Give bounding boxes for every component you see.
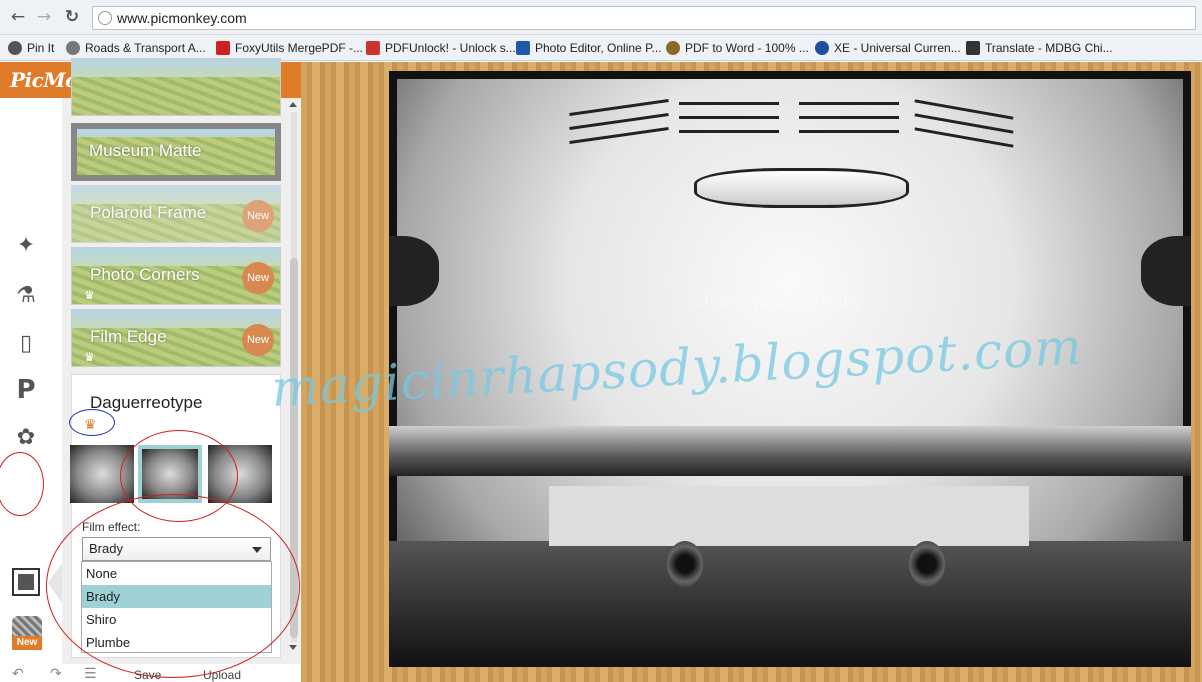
reload-icon[interactable]: ↻ xyxy=(62,7,82,27)
scroll-up-icon[interactable] xyxy=(289,102,297,107)
bumper xyxy=(389,426,1191,476)
crown-icon: ♛ xyxy=(84,350,95,364)
layers-icon[interactable]: ☰ xyxy=(84,666,97,682)
bookmark-pdfunlock[interactable]: PDFUnlock! - Unlock s... xyxy=(366,39,516,57)
frame-label: Film Edge xyxy=(90,327,167,346)
frame-label: Museum Matte xyxy=(89,141,202,160)
photo-editor-icon xyxy=(516,41,530,55)
photo-credit: cfisherphotography xyxy=(694,291,865,313)
xe-icon xyxy=(815,41,829,55)
annotation-circle-crown xyxy=(69,409,115,436)
frame-museum-matte[interactable]: Museum Matte xyxy=(71,123,281,181)
new-badge: New xyxy=(242,324,274,356)
engine-vents xyxy=(569,96,1014,171)
frames-icon[interactable] xyxy=(12,568,40,596)
redo-icon[interactable]: ↷ xyxy=(50,666,62,682)
pdf-icon xyxy=(366,41,380,55)
exhaust-pipe xyxy=(667,541,703,587)
browser-toolbar: ← → ↻ www.picmonkey.com xyxy=(0,0,1202,35)
frame-label: Photo Corners xyxy=(90,265,200,284)
touch-up-lipstick-icon[interactable]: ▯ xyxy=(8,326,44,360)
bookmark-pin-it[interactable]: Pin It xyxy=(8,39,54,57)
frame-polaroid[interactable]: Polaroid Frame New xyxy=(71,185,281,243)
undo-icon[interactable]: ↶ xyxy=(12,666,24,682)
new-badge: New xyxy=(242,200,274,232)
exhaust-pipe xyxy=(909,541,945,587)
pdf-word-icon xyxy=(666,41,680,55)
back-icon[interactable]: ← xyxy=(8,7,28,27)
effects-flask-icon[interactable]: ⚗ xyxy=(8,278,44,312)
globe-icon xyxy=(66,41,80,55)
crown-icon: ♛ xyxy=(84,288,95,302)
frame-drop-shadow[interactable] xyxy=(71,58,281,116)
bookmark-pdf-to-word[interactable]: PDF to Word - 100% ... xyxy=(666,39,809,57)
daguerreotype-title: Daguerreotype xyxy=(90,393,203,412)
bookmark-foxyutils[interactable]: FoxyUtils MergePDF -... xyxy=(216,39,363,57)
new-badge: New xyxy=(242,262,274,294)
url-text: www.picmonkey.com xyxy=(117,10,247,26)
scroll-down-icon[interactable] xyxy=(289,645,297,650)
foxyutils-icon xyxy=(216,41,230,55)
forward-icon[interactable]: → xyxy=(34,7,54,27)
frame-photo-corners[interactable]: Photo Corners New ♛ xyxy=(71,247,281,305)
globe-icon xyxy=(98,11,112,25)
license-plate-area xyxy=(549,486,1029,546)
frame-film-edge[interactable]: Film Edge New ♛ xyxy=(71,309,281,367)
bookmark-mdbg[interactable]: Translate - MDBG Chi... xyxy=(966,39,1113,57)
bookmark-xe[interactable]: XE - Universal Curren... xyxy=(815,39,961,57)
basic-edits-icon[interactable]: ✦ xyxy=(8,228,44,262)
bookmark-roads[interactable]: Roads & Transport A... xyxy=(66,39,206,57)
textures-icon[interactable]: New xyxy=(12,616,42,652)
overlays-icon[interactable]: ✿ xyxy=(8,420,44,454)
bookmark-photo-editor[interactable]: Photo Editor, Online P... xyxy=(516,39,662,57)
address-bar[interactable]: www.picmonkey.com xyxy=(92,6,1196,30)
mdbg-icon xyxy=(966,41,980,55)
text-p-icon[interactable]: P xyxy=(8,373,44,407)
new-tag: New xyxy=(12,636,42,650)
screenshot-root: ← → ↻ www.picmonkey.com Pin It Roads & T… xyxy=(0,0,1202,682)
pin-it-icon xyxy=(8,41,22,55)
frame-label: Polaroid Frame xyxy=(90,203,207,222)
annotation-circle-dropdown xyxy=(46,494,300,678)
trunk-handle xyxy=(694,168,909,208)
